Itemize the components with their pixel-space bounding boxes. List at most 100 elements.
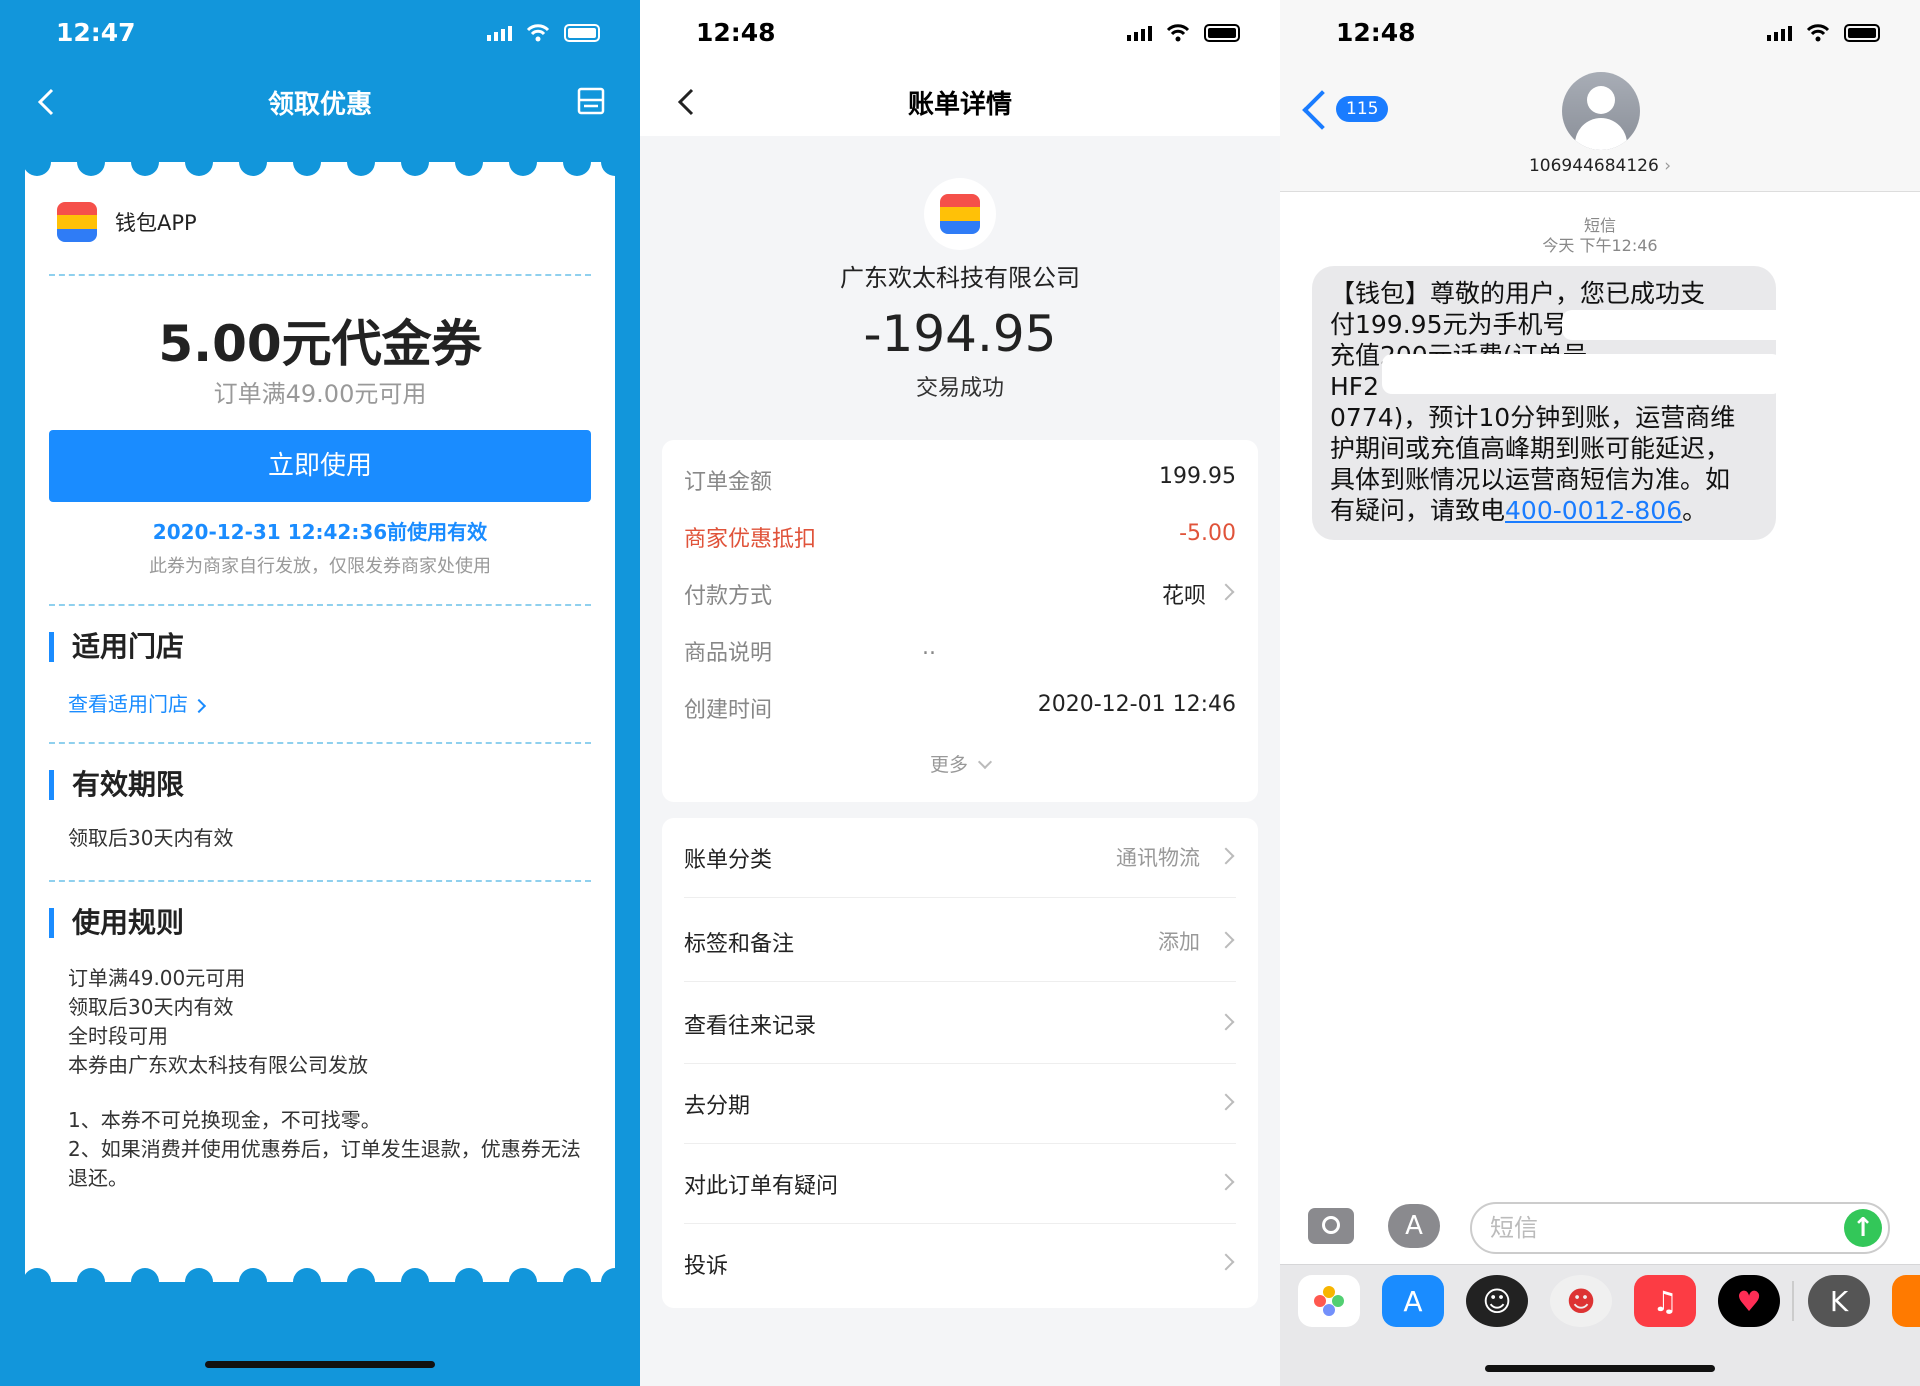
action-card: 账单分类 通讯物流 标签和备注 添加 查看往来记录 去分期 对此订单有疑问 投诉 xyxy=(662,818,1258,1308)
phone-link[interactable]: 400-0012-806 xyxy=(1505,496,1682,525)
status-time: 12:48 xyxy=(696,18,776,47)
page-title: 账单详情 xyxy=(907,90,1012,120)
coupon-screen: 12:47 领取优惠 钱包APP 5.00元代金券 订单满49.00元可用 立即… xyxy=(0,0,640,1386)
action-row-question[interactable]: 对此订单有疑问 xyxy=(684,1144,1236,1224)
conversation-header: 12:48 115 106944684126 › xyxy=(1280,0,1920,192)
action-row-complaint[interactable]: 投诉 xyxy=(684,1224,1236,1304)
bill-icon[interactable] xyxy=(576,86,606,116)
ticket-edge-bottom xyxy=(25,1266,615,1282)
action-row-installment[interactable]: 去分期 xyxy=(684,1064,1236,1144)
wallet-logo-icon xyxy=(57,202,97,242)
status-bar: 12:47 xyxy=(0,0,640,70)
transaction-amount: -194.95 xyxy=(863,305,1057,363)
message-input[interactable] xyxy=(1490,1214,1830,1242)
contact-avatar[interactable] xyxy=(1562,72,1640,150)
page-title: 领取优惠 xyxy=(267,90,372,120)
divider xyxy=(49,880,591,882)
rule-item: 本券由广东欢太科技有限公司发放 xyxy=(68,1053,368,1077)
coupon-ticket: 钱包APP 5.00元代金券 订单满49.00元可用 立即使用 2020-12-… xyxy=(25,162,615,1282)
status-time: 12:48 xyxy=(1336,18,1416,47)
partial-app-icon[interactable] xyxy=(1892,1275,1920,1327)
status-bar: 12:48 xyxy=(1280,0,1920,70)
chevron-right-icon xyxy=(1217,847,1235,865)
battery-icon xyxy=(1844,24,1880,42)
detail-row-created-time: 创建时间 2020-12-01 12:46 xyxy=(684,692,1236,723)
photos-icon[interactable] xyxy=(1298,1275,1360,1327)
rule-item: 领取后30天内有效 xyxy=(68,995,234,1019)
app-drawer: A ☺ ☻ ♫ ♥ K xyxy=(1280,1264,1920,1386)
divider xyxy=(49,742,591,744)
chevron-right-icon xyxy=(1217,1253,1235,1271)
redaction xyxy=(1562,310,1792,340)
battery-icon xyxy=(1204,24,1240,42)
status-time: 12:47 xyxy=(56,18,136,47)
messages-screen: 12:48 115 106944684126 › 短信 今天 下午12:46 【… xyxy=(1280,0,1920,1386)
coupon-amount: 5.00元代金券 xyxy=(158,315,482,373)
message-line: 【钱包】尊敬的用户，您已成功支 xyxy=(1330,279,1706,308)
wifi-icon xyxy=(1166,24,1190,42)
divider xyxy=(49,274,591,276)
wifi-icon xyxy=(526,24,550,42)
contact-number[interactable]: 106944684126 › xyxy=(1280,156,1920,176)
merchant-avatar xyxy=(924,178,996,250)
redaction xyxy=(1382,354,1782,394)
chevron-right-icon xyxy=(1217,931,1235,949)
message-line: 0774)，预计10分钟到账，运营商维 xyxy=(1330,403,1736,432)
memoji-icon[interactable]: ☺ xyxy=(1466,1275,1528,1327)
rule-item: 订单满49.00元可用 xyxy=(68,966,246,990)
chevron-right-icon xyxy=(1217,583,1235,601)
chevron-right-icon xyxy=(1217,1093,1235,1111)
home-indicator[interactable] xyxy=(1485,1365,1715,1372)
ticket-edge-top xyxy=(25,162,615,178)
app-store-icon[interactable]: A xyxy=(1388,1204,1440,1248)
app-store-icon[interactable]: A xyxy=(1382,1275,1444,1327)
divider xyxy=(49,604,591,606)
detail-row-payment-method[interactable]: 付款方式 花呗 xyxy=(684,578,1236,618)
brand-name: 钱包APP xyxy=(115,211,197,235)
unread-badge[interactable]: 115 xyxy=(1336,96,1389,122)
action-row-tags[interactable]: 标签和备注 添加 xyxy=(684,902,1236,982)
merchant-name: 广东欢太科技有限公司 xyxy=(840,264,1080,292)
home-indicator[interactable] xyxy=(205,1361,435,1368)
wallet-logo-icon xyxy=(940,194,980,234)
digital-touch-icon[interactable]: ♥ xyxy=(1718,1275,1780,1327)
validity-text: 领取后30天内有效 xyxy=(68,826,234,850)
term-item: 1、本券不可兑换现金，不可找零。 xyxy=(68,1108,381,1132)
message-bubble: 【钱包】尊敬的用户，您已成功支 付199.95元为手机号 充值200元话费(订单… xyxy=(1312,266,1792,540)
valid-until: 2020-12-31 12:42:36前使用有效 xyxy=(152,520,488,544)
more-toggle[interactable]: 更多 xyxy=(662,750,1258,777)
chevron-right-icon xyxy=(1217,1013,1235,1031)
wifi-icon xyxy=(1806,24,1830,42)
issuer-note: 此券为商家自行发放，仅限发券商家处使用 xyxy=(149,556,491,577)
message-field[interactable]: ↑ xyxy=(1470,1202,1890,1254)
use-now-button[interactable]: 立即使用 xyxy=(49,430,591,502)
stickers-icon[interactable]: ☻ xyxy=(1550,1275,1612,1327)
bill-detail-screen: 12:48 账单详情 广东欢太科技有限公司 -194.95 交易成功 订单金额 … xyxy=(640,0,1280,1386)
nav-bar: 领取优惠 xyxy=(0,70,640,134)
detail-row-discount: 商家优惠抵扣 -5.00 xyxy=(684,521,1236,552)
k-app-icon[interactable]: K xyxy=(1808,1275,1870,1327)
rules-list: 订单满49.00元可用 领取后30天内有效 全时段可用 本券由广东欢太科技有限公… xyxy=(68,964,368,1080)
signal-icon xyxy=(1127,25,1152,41)
term-item: 2、如果消费并使用优惠券后，订单发生退款，优惠券无法退还。 xyxy=(68,1137,581,1190)
rule-item: 全时段可用 xyxy=(68,1024,168,1048)
chevron-down-icon xyxy=(977,754,993,770)
action-row-category[interactable]: 账单分类 通讯物流 xyxy=(684,818,1236,898)
detail-card: 订单金额 199.95 商家优惠抵扣 -5.00 付款方式 花呗 商品说明 ..… xyxy=(662,440,1258,802)
battery-icon xyxy=(564,24,600,42)
send-button[interactable]: ↑ xyxy=(1844,1209,1882,1247)
action-row-history[interactable]: 查看往来记录 xyxy=(684,984,1236,1064)
chevron-right-icon xyxy=(192,698,207,714)
nav-bar: 账单详情 xyxy=(640,70,1280,134)
dock-separator xyxy=(1792,1281,1794,1321)
transaction-status: 交易成功 xyxy=(915,376,1004,401)
status-bar: 12:48 xyxy=(640,0,1280,70)
compose-bar: A ↑ xyxy=(1280,1200,1920,1260)
terms-list: 1、本券不可兑换现金，不可找零。 2、如果消费并使用优惠券后，订单发生退款，优惠… xyxy=(68,1106,588,1193)
view-stores-link[interactable]: 查看适用门店 xyxy=(68,688,207,717)
message-line: 具体到账情况以运营商短信为准。如 xyxy=(1330,465,1731,494)
rules-title: 使用规则 xyxy=(49,908,184,938)
music-icon[interactable]: ♫ xyxy=(1634,1275,1696,1327)
signal-icon xyxy=(487,25,512,41)
camera-icon[interactable] xyxy=(1308,1208,1354,1244)
